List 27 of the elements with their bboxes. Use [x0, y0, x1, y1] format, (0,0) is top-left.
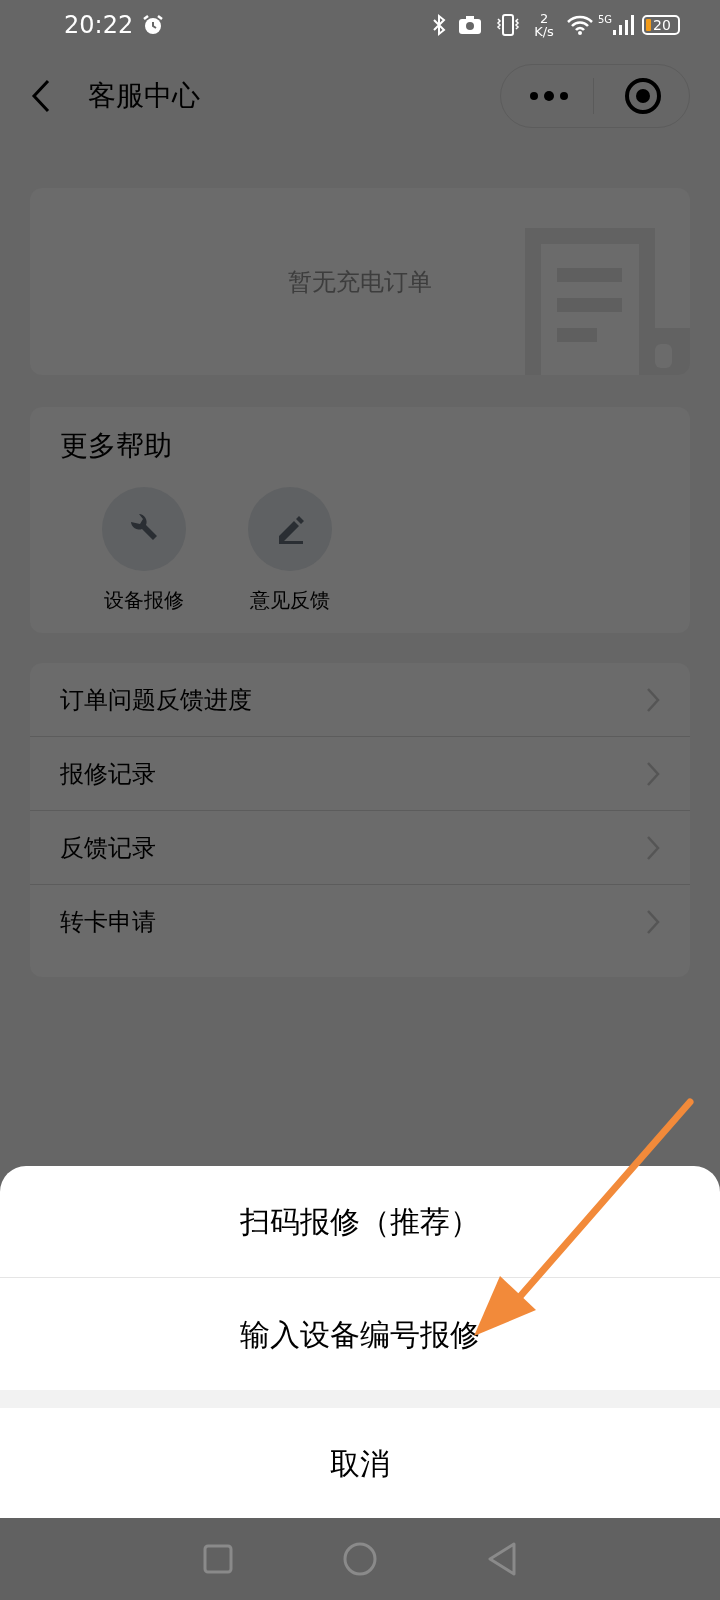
menu-row[interactable]: 转卡申请: [30, 885, 690, 959]
help-shortcut[interactable]: 意见反馈: [234, 487, 346, 615]
help-shortcut[interactable]: 设备报修: [88, 487, 200, 615]
menu-row[interactable]: 报修记录: [30, 737, 690, 811]
menu-row[interactable]: 反馈记录: [30, 811, 690, 885]
menu-label: 订单问题反馈进度: [60, 684, 253, 716]
page-title: 客服中心: [88, 78, 200, 114]
battery-indicator: 20: [642, 15, 680, 35]
sheet-option[interactable]: 扫码报修（推荐）: [0, 1166, 720, 1278]
signal-icon: [612, 14, 634, 36]
clock-time: 20:22: [64, 10, 134, 41]
sheet-option[interactable]: 输入设备编号报修: [0, 1278, 720, 1390]
menu-label: 反馈记录: [60, 832, 157, 864]
camera-icon: [458, 15, 483, 35]
cancel-button[interactable]: 取消: [0, 1408, 720, 1518]
section-title: 更多帮助: [60, 428, 173, 464]
menu-label: 转卡申请: [60, 907, 157, 938]
menu-row[interactable]: 订单问题反馈进度: [30, 663, 690, 737]
more-icon[interactable]: [529, 90, 569, 102]
wifi-icon: [565, 14, 594, 36]
net-speed-value: 2: [539, 12, 549, 25]
back-icon[interactable]: [30, 79, 52, 113]
bluetooth-icon: [432, 13, 447, 37]
close-icon[interactable]: [624, 77, 662, 115]
menu-label: 报修记录: [60, 758, 157, 790]
net-speed-unit: K/s: [534, 25, 554, 38]
network-type: 5G: [597, 13, 612, 27]
